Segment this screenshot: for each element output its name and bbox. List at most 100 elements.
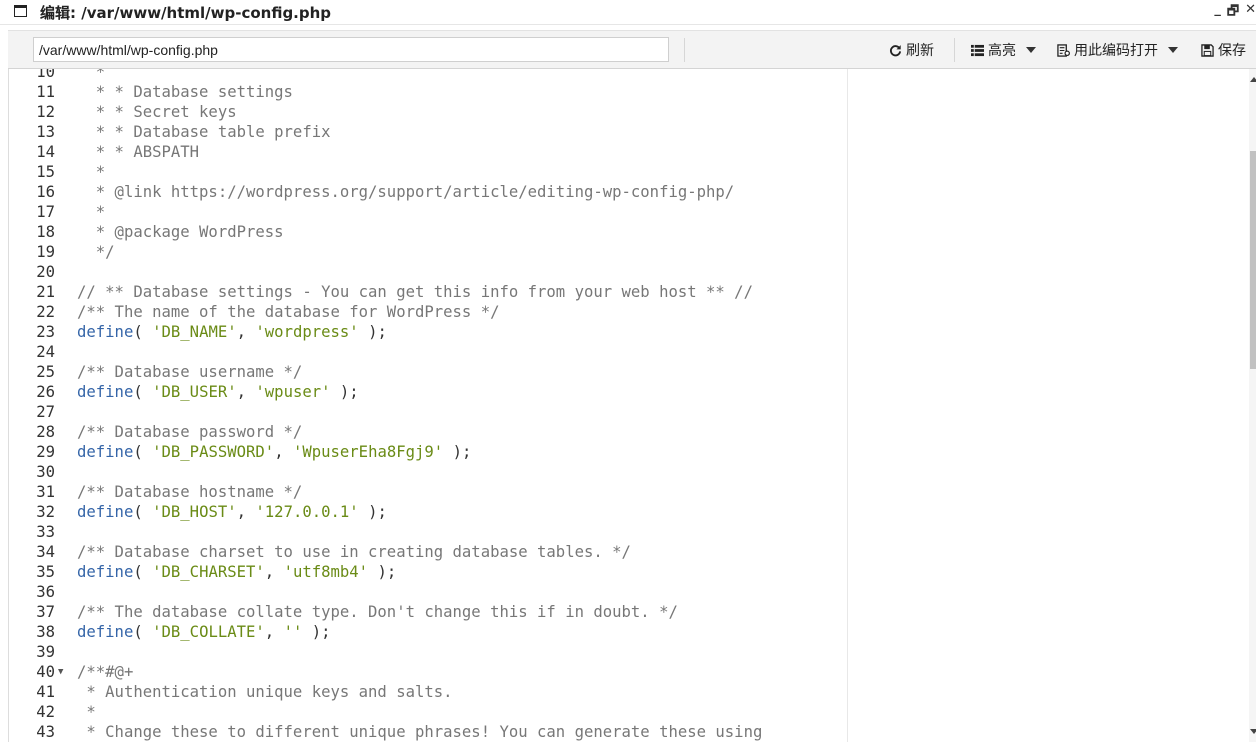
- code-token: * * Database table prefix: [77, 123, 331, 141]
- open-with-encoding-dropdown[interactable]: 用此编码打开: [1057, 40, 1178, 60]
- code-token: * Change these to different unique phras…: [77, 723, 763, 741]
- code-line: 13 * * Database table prefix: [9, 122, 1256, 142]
- line-number: 18: [36, 223, 55, 241]
- code-token: (: [133, 443, 153, 461]
- code-text: * Authentication unique keys and salts.: [77, 682, 452, 702]
- line-number: 17: [36, 203, 55, 221]
- code-text: *: [77, 202, 105, 222]
- line-number: 26: [36, 383, 55, 401]
- code-token: define: [77, 443, 134, 461]
- highlight-label: 高亮: [988, 43, 1016, 59]
- code-line: 36: [9, 582, 1256, 602]
- code-line: 22 /** The name of the database for WordP…: [9, 302, 1256, 322]
- code-line: 32 define( 'DB_HOST', '127.0.0.1' );: [9, 502, 1256, 522]
- code-token: */: [77, 243, 115, 261]
- code-token: * * Secret keys: [77, 103, 237, 121]
- code-token: 'WpuserEha8Fgj9': [292, 443, 444, 461]
- refresh-icon: [889, 44, 902, 56]
- code-line: 35 define( 'DB_CHARSET', 'utf8mb4' );: [9, 562, 1256, 582]
- code-text: /** The database collate type. Don't cha…: [77, 602, 678, 622]
- code-token: );: [302, 623, 331, 641]
- code-token: 'DB_CHARSET': [152, 563, 265, 581]
- code-line: 34 /** Database charset to use in creatin…: [9, 542, 1256, 562]
- code-text: define( 'DB_NAME', 'wordpress' );: [77, 322, 387, 342]
- code-token: ,: [236, 383, 256, 401]
- line-number: 39: [36, 643, 55, 661]
- code-token: (: [133, 503, 153, 521]
- code-token: *: [77, 703, 96, 721]
- code-line: 41 * Authentication unique keys and salt…: [9, 682, 1256, 702]
- encoding-label: 用此编码打开: [1074, 43, 1158, 59]
- line-number: 38: [36, 623, 55, 641]
- code-line: 19 */: [9, 242, 1256, 262]
- line-number: 36: [36, 583, 55, 601]
- code-text: define( 'DB_COLLATE', '' );: [77, 622, 331, 642]
- chevron-down-icon: [1168, 47, 1178, 53]
- code-token: ,: [236, 503, 256, 521]
- vertical-scrollbar[interactable]: [1249, 69, 1256, 742]
- line-number: 40: [36, 663, 55, 681]
- code-token: );: [443, 443, 472, 461]
- code-token: * * Database settings: [77, 83, 293, 101]
- code-line: 33: [9, 522, 1256, 542]
- code-text: */: [77, 242, 115, 262]
- line-number: 23: [36, 323, 55, 341]
- code-line: 30: [9, 462, 1256, 482]
- restore-icon[interactable]: 🗗: [1227, 2, 1239, 22]
- code-token: /** The name of the database for WordPre…: [77, 303, 500, 321]
- code-token: 'DB_USER': [152, 383, 237, 401]
- line-number: 32: [36, 503, 55, 521]
- code-token: define: [77, 623, 134, 641]
- line-number: 12: [36, 103, 55, 121]
- code-token: 'DB_NAME': [152, 323, 237, 341]
- code-text: define( 'DB_HOST', '127.0.0.1' );: [77, 502, 387, 522]
- line-number: 25: [36, 363, 55, 381]
- chevron-down-icon: [1026, 47, 1036, 53]
- minimize-icon[interactable]: _: [1214, 2, 1221, 22]
- code-line: 26 define( 'DB_USER', 'wpuser' );: [9, 382, 1256, 402]
- editor-toolbar: 刷新 高亮 用此编码打开 保存: [8, 30, 1256, 69]
- code-token: 'wpuser': [255, 383, 331, 401]
- line-number: 41: [36, 683, 55, 701]
- code-token: define: [77, 563, 134, 581]
- code-text: /**#@+: [77, 662, 133, 682]
- line-number: 13: [36, 123, 55, 141]
- code-text: define( 'DB_CHARSET', 'utf8mb4' );: [77, 562, 396, 582]
- line-number: 15: [36, 163, 55, 181]
- code-token: * * ABSPATH: [77, 143, 200, 161]
- code-token: /** The database collate type. Don't cha…: [77, 603, 678, 621]
- save-label: 保存: [1218, 43, 1246, 59]
- code-token: '': [283, 623, 303, 641]
- code-token: * @link https://wordpress.org/support/ar…: [77, 183, 735, 201]
- code-token: *: [77, 69, 106, 81]
- code-text: /** Database charset to use in creating …: [77, 542, 631, 562]
- highlight-dropdown[interactable]: 高亮: [971, 40, 1036, 60]
- window-icon: [14, 5, 27, 17]
- code-editor[interactable]: 10 * 11 * * Database settings 12 * * Secre…: [8, 69, 1256, 742]
- code-text: /** Database username */: [77, 362, 302, 382]
- list-icon: [971, 44, 984, 56]
- fold-toggle-icon[interactable]: ▼: [58, 662, 63, 682]
- code-token: (: [133, 623, 153, 641]
- code-token: 'DB_HOST': [152, 503, 237, 521]
- code-text: * * ABSPATH: [77, 142, 199, 162]
- code-line: 15 *: [9, 162, 1256, 182]
- code-line: 23 define( 'DB_NAME', 'wordpress' );: [9, 322, 1256, 342]
- scrollbar-thumb[interactable]: [1250, 151, 1256, 369]
- code-token: define: [77, 383, 134, 401]
- close-icon[interactable]: ✕: [1245, 2, 1256, 22]
- code-line: 31 /** Database hostname */: [9, 482, 1256, 502]
- code-line: 38 define( 'DB_COLLATE', '' );: [9, 622, 1256, 642]
- code-line: 11 * * Database settings: [9, 82, 1256, 102]
- toolbar-divider: [954, 38, 955, 62]
- scroll-down-icon[interactable]: [1250, 729, 1256, 734]
- code-text: * @link https://wordpress.org/support/ar…: [77, 182, 734, 202]
- file-path-input[interactable]: [33, 37, 669, 62]
- save-button[interactable]: 保存: [1201, 40, 1246, 60]
- code-lines: 10 * 11 * * Database settings 12 * * Secre…: [9, 69, 1256, 742]
- scroll-up-icon[interactable]: [1250, 77, 1256, 82]
- code-line: 20: [9, 262, 1256, 282]
- code-line: 24: [9, 342, 1256, 362]
- refresh-button[interactable]: 刷新: [889, 40, 934, 60]
- line-number: 31: [36, 483, 55, 501]
